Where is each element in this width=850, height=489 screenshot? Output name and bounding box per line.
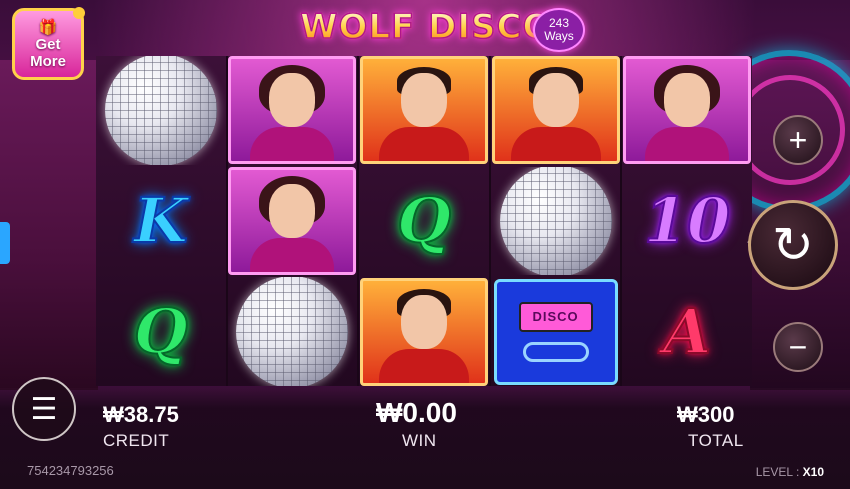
outfit <box>378 348 469 383</box>
reel-grid: K Q Q DISCO 10 A <box>96 56 752 387</box>
symbol-ten: 10 <box>643 184 731 257</box>
bet-decrease-button[interactable]: − <box>773 322 823 372</box>
woman-portrait-symbol <box>228 167 357 275</box>
outfit <box>510 127 601 162</box>
man-portrait-symbol <box>359 56 488 165</box>
outfit <box>645 127 730 162</box>
pager-screen-text: DISCO <box>518 301 593 332</box>
reel-4-cell-2 <box>491 166 621 276</box>
outfit <box>378 127 469 162</box>
outfit <box>250 238 335 272</box>
notification-dot <box>73 7 85 19</box>
face <box>532 73 579 128</box>
reel-5-cell-3: A <box>622 277 752 386</box>
reel-4-cell-1 <box>491 56 621 165</box>
reel-5-cell-1 <box>622 56 752 165</box>
man-portrait-symbol <box>359 277 488 386</box>
menu-icon: ☰ <box>30 392 58 426</box>
reel-1: KQ <box>96 56 226 386</box>
reel-1-cell-3: Q <box>96 277 226 386</box>
level-label: LEVEL : <box>755 465 803 479</box>
session-id: 754234793256 <box>27 463 114 478</box>
get-more-label-1: Get <box>35 35 61 53</box>
woman-portrait-symbol <box>623 56 752 165</box>
reel-1-cell-1 <box>96 56 226 165</box>
face <box>400 294 447 349</box>
level-value: X10 <box>802 465 824 479</box>
disco-ball-symbol <box>104 56 217 165</box>
reel-2 <box>227 56 358 387</box>
face <box>664 73 711 128</box>
woman-portrait-symbol <box>228 56 357 165</box>
gift-icon: 🎁 <box>38 18 58 36</box>
level-indicator: LEVEL : X10 <box>756 465 824 479</box>
reel-2-cell-1 <box>228 56 358 165</box>
symbol-q: Q <box>133 294 189 368</box>
spin-button[interactable]: ↻ <box>748 200 838 290</box>
win-value: ₩0.00 <box>376 397 457 428</box>
face <box>400 73 447 128</box>
ways-label: Ways <box>544 29 574 43</box>
left-backdrop <box>0 60 98 390</box>
symbol-q: Q <box>396 184 452 257</box>
disco-ball-symbol <box>236 277 349 387</box>
get-more-button[interactable]: 🎁 Get More <box>12 7 85 80</box>
win-label: WIN <box>402 431 437 450</box>
credit-label: CREDIT <box>103 431 170 450</box>
reel-2-cell-2 <box>228 167 358 276</box>
reel-3-cell-1 <box>359 56 489 165</box>
credit-value: ₩38.75 <box>103 402 179 427</box>
reel-4-cell-3: DISCO <box>491 277 621 386</box>
total-bet-value[interactable]: ₩300 <box>677 402 734 428</box>
reel-3-cell-3 <box>359 277 489 386</box>
reel-5: 10 A <box>622 56 752 386</box>
outfit <box>250 127 335 162</box>
face <box>269 73 316 128</box>
total-bet-label: TOTAL <box>688 431 744 450</box>
game-title: WOLF DISCO <box>299 7 553 47</box>
get-more-label-2: More <box>30 52 66 70</box>
minus-icon: − <box>788 328 808 365</box>
plus-icon: + <box>788 121 808 158</box>
ways-badge: 243 Ways <box>533 8 585 52</box>
face <box>269 184 316 238</box>
symbol-a: A <box>662 294 712 368</box>
reel-1-cell-2: K <box>96 167 226 276</box>
reel-3: Q <box>359 56 489 386</box>
reel-2-cell-3 <box>228 277 358 387</box>
chain-decoration <box>522 341 589 362</box>
bet-increase-button[interactable]: + <box>773 115 823 165</box>
menu-button[interactable]: ☰ <box>12 377 76 441</box>
side-panel-tab[interactable] <box>0 222 10 264</box>
reel-4: DISCO <box>490 56 621 386</box>
symbol-k: K <box>133 184 189 257</box>
reel-5-cell-2: 10 <box>622 167 752 276</box>
disco-pager-symbol: DISCO <box>493 278 618 385</box>
disco-ball-symbol <box>499 166 612 276</box>
man-portrait-symbol <box>491 56 620 165</box>
spin-icon: ↻ <box>772 217 814 273</box>
reel-3-cell-2: Q <box>359 167 489 276</box>
